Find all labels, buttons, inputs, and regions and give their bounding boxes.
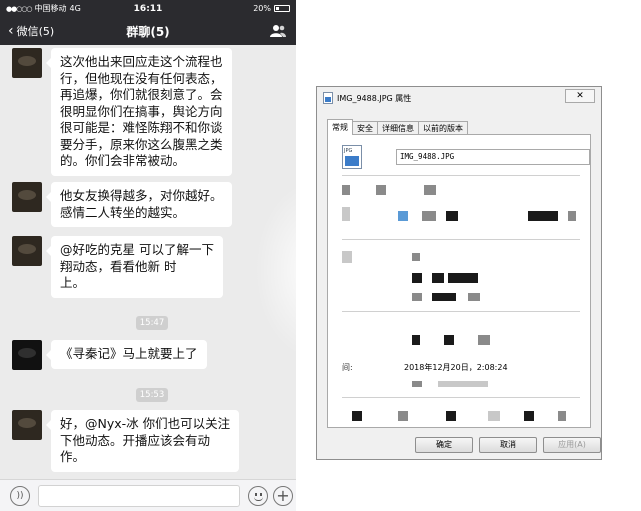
message-timestamp: 15:53 [136, 388, 168, 402]
chat-message: @好吃的克星 可以了解一下 翔动态，看看他新 时 上。 [12, 236, 223, 298]
chat-message: 这次他出来回应走这个流程也 行，但他现在没有任何表态， 再追爆，你们就很刻意了。… [12, 48, 232, 176]
redacted-block [446, 411, 456, 421]
redacted-block [342, 251, 352, 263]
divider [342, 397, 580, 398]
close-button[interactable]: ✕ [565, 89, 595, 103]
avatar[interactable] [12, 48, 42, 78]
battery-percent: 20% [253, 4, 271, 13]
people-icon [270, 25, 286, 37]
redacted-block [412, 253, 420, 261]
voice-icon: )) [16, 491, 24, 501]
divider [342, 311, 580, 312]
group-members-button[interactable] [270, 23, 286, 42]
created-value: 2018年12月20日，2:08:24 [404, 363, 508, 372]
dialog-tabs: 常规 安全 详细信息 以前的版本 [327, 119, 468, 135]
redacted-block [412, 381, 422, 387]
close-icon: ✕ [576, 91, 584, 101]
redacted-block [438, 381, 488, 387]
message-timestamp: 15:47 [136, 316, 168, 330]
tab-previous-versions[interactable]: 以前的版本 [418, 121, 468, 135]
dialog-title: IMG_9488.JPG 属性 [337, 93, 412, 103]
chat-message: 好，@Nyx-冰 你们也可以关注 下他动态。开播应该会有动 作。 [12, 410, 240, 472]
redacted-block [468, 293, 480, 301]
filename-input[interactable]: IMG_9488.JPG [396, 149, 590, 165]
voice-input-button[interactable]: )) [10, 486, 30, 506]
redacted-block [342, 207, 350, 221]
chat-message: 他女友换得越多，对你越好。 感情二人转坐的越实。 [12, 182, 232, 227]
created-label: 间: [342, 363, 353, 372]
tab-details[interactable]: 详细信息 [377, 121, 419, 135]
redacted-block [568, 211, 576, 221]
redacted-block [376, 185, 386, 195]
message-bubble[interactable]: 《寻秦记》马上就要上了 [46, 340, 207, 369]
file-properties-dialog: IMG_9488.JPG 属性 ✕ 常规 安全 详细信息 以前的版本 JPG I… [316, 86, 602, 460]
redacted-block [446, 211, 458, 221]
divider [342, 239, 580, 240]
redacted-block [488, 411, 500, 421]
jpg-file-icon: JPG [342, 145, 362, 169]
status-bar: ●●○○○ 中国移动 4G 16:11 20% [0, 0, 296, 17]
battery-icon [274, 5, 290, 12]
redacted-block [524, 411, 534, 421]
message-bubble[interactable]: 他女友换得越多，对你越好。 感情二人转坐的越实。 [46, 182, 232, 227]
emoji-icon [254, 497, 263, 501]
battery-fill [276, 7, 279, 10]
redacted-block [342, 185, 350, 195]
redacted-block [478, 335, 490, 345]
battery-indicator: 20% [253, 4, 290, 13]
general-tab-panel: JPG IMG_9488.JPG 间: 2018年12月20日，2:08:24 [327, 134, 591, 428]
more-actions-button[interactable]: + [273, 486, 293, 506]
redacted-block [422, 211, 436, 221]
apply-button[interactable]: 应用(A) [543, 437, 601, 453]
tab-security[interactable]: 安全 [352, 121, 378, 135]
message-bubble[interactable]: @好吃的克星 可以了解一下 翔动态，看看他新 时 上。 [46, 236, 223, 298]
message-bubble[interactable]: 这次他出来回应走这个流程也 行，但他现在没有任何表态， 再追爆，你们就很刻意了。… [46, 48, 232, 176]
avatar[interactable] [12, 182, 42, 212]
chat-nav-bar: ‹ 微信(5) 群聊(5) [0, 17, 296, 45]
redacted-block [412, 335, 420, 345]
avatar[interactable] [12, 410, 42, 440]
file-type-app-icon [398, 211, 408, 221]
redacted-block [528, 211, 558, 221]
divider [342, 175, 580, 176]
redacted-block [432, 293, 456, 301]
image-file-icon [323, 92, 333, 104]
redacted-block [444, 335, 454, 345]
redacted-block [352, 411, 362, 421]
message-bubble[interactable]: 好，@Nyx-冰 你们也可以关注 下他动态。开播应该会有动 作。 [45, 410, 240, 472]
redacted-block [558, 411, 566, 421]
ok-button[interactable]: 确定 [415, 437, 473, 453]
back-label: 微信(5) [16, 25, 55, 38]
avatar[interactable] [12, 340, 42, 370]
chat-input-bar: )) + [0, 479, 296, 511]
dialog-title-bar: IMG_9488.JPG 属性 [317, 87, 601, 109]
redacted-block [412, 293, 422, 301]
redacted-block [432, 273, 444, 283]
back-button[interactable]: ‹ 微信(5) [8, 23, 54, 39]
status-time: 16:11 [133, 3, 163, 14]
tab-general[interactable]: 常规 [327, 119, 353, 135]
cancel-button[interactable]: 取消 [479, 437, 537, 453]
redacted-block [424, 185, 436, 195]
redacted-block [398, 411, 408, 421]
redacted-block [412, 273, 422, 283]
emoji-button[interactable] [248, 486, 268, 506]
chevron-left-icon: ‹ [8, 23, 14, 39]
redacted-block [448, 273, 478, 283]
file-type-label: JPG [344, 148, 353, 154]
plus-icon: + [276, 486, 290, 505]
chat-message: 《寻秦记》马上就要上了 [12, 340, 207, 370]
avatar[interactable] [12, 236, 42, 266]
message-input[interactable] [38, 485, 240, 507]
wechat-chat-screen: ●●○○○ 中国移动 4G 16:11 20% ‹ 微信(5) 群聊(5) 这次… [0, 0, 296, 511]
